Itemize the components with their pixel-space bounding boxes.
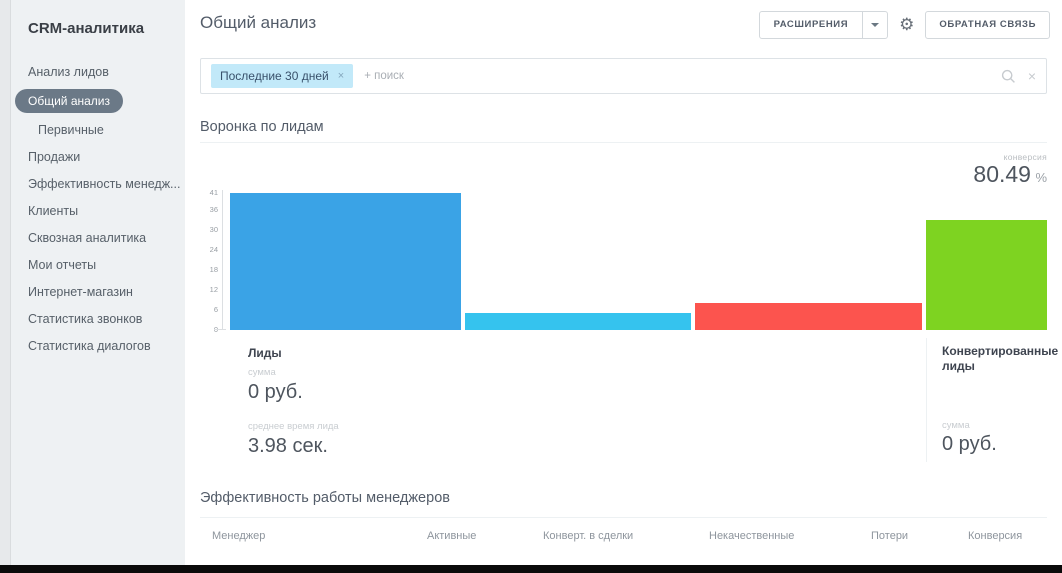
sidebar-item-9[interactable]: Статистика звонков	[28, 311, 175, 327]
converted-leads-title: Конвертированные лиды	[942, 344, 1050, 374]
page-title: Общий анализ	[200, 13, 316, 33]
leads-stats-block: Лиды сумма 0 руб. среднее время лида 3.9…	[248, 346, 339, 458]
funnel-section-title: Воронка по лидам	[200, 119, 324, 135]
table-column-header-3[interactable]: Некачественные	[709, 530, 871, 542]
leads-stats-title: Лиды	[248, 346, 339, 360]
conversion-unit: %	[1035, 170, 1047, 185]
feedback-button[interactable]: ОБРАТНАЯ СВЯЗЬ	[925, 11, 1050, 39]
y-axis-tick-label: 24	[210, 246, 218, 253]
sidebar-item-label: Мои отчеты	[28, 258, 96, 272]
y-axis-line	[222, 190, 223, 330]
sidebar-item-5[interactable]: Клиенты	[28, 203, 175, 219]
table-column-header-2[interactable]: Конверт. в сделки	[543, 530, 709, 542]
y-axis-tick-label: 6	[214, 306, 218, 313]
extensions-dropdown-button[interactable]	[862, 12, 887, 38]
y-axis-tick-label: 18	[210, 266, 218, 273]
table-column-header-5[interactable]: Конверсия	[968, 530, 1047, 542]
sidebar-item-label: Продажи	[28, 150, 80, 164]
funnel-bar-3[interactable]	[695, 303, 922, 330]
filter-chip-period[interactable]: Последние 30 дней ×	[211, 64, 353, 88]
y-axis-tick-label: 12	[210, 286, 218, 293]
sidebar-item-label: Клиенты	[28, 204, 78, 218]
crm-analytics-screen: CRM-аналитика Анализ лидов Общий анализ Пе…	[0, 0, 1062, 573]
sidebar-item-4[interactable]: Эффективность менедж...	[28, 176, 175, 192]
x-axis-line	[214, 329, 226, 330]
sidebar-menu: Анализ лидовОбщий анализПервичныеПродажи…	[28, 64, 175, 354]
sidebar-item-label: Сквозная аналитика	[28, 231, 146, 245]
table-column-header-0[interactable]: Менеджер	[212, 530, 427, 542]
stats-divider	[926, 338, 927, 462]
y-axis-tick-label: 41	[210, 189, 218, 196]
leads-sum-value: 0 руб.	[248, 381, 339, 404]
sidebar-item-2[interactable]: Первичные	[28, 122, 175, 138]
search-icon[interactable]	[1001, 69, 1016, 84]
filter-search-bar[interactable]: Последние 30 дней × + поиск ×	[200, 58, 1047, 94]
sidebar-item-label: Общий анализ	[15, 89, 123, 113]
converted-sum-label: сумма	[942, 420, 970, 431]
converted-sum-value: 0 руб.	[942, 433, 997, 456]
screen-edge-bar	[0, 565, 1062, 573]
search-input[interactable]: + поиск	[364, 70, 1001, 82]
extensions-button[interactable]: РАСШИРЕНИЯ	[760, 12, 863, 38]
funnel-bar-1[interactable]	[230, 193, 461, 330]
sidebar-item-label: Интернет-магазин	[28, 285, 133, 299]
conversion-block: конверсия 80.49 %	[973, 152, 1047, 187]
filter-chip-label: Последние 30 дней	[220, 69, 329, 83]
filter-icons: ×	[1001, 69, 1036, 84]
sidebar-item-1[interactable]: Общий анализ	[15, 89, 175, 113]
app-title: CRM-аналитика	[28, 20, 175, 37]
sidebar: CRM-аналитика Анализ лидов Общий анализ Пе…	[11, 0, 185, 565]
sidebar-item-6[interactable]: Сквозная аналитика	[28, 230, 175, 246]
y-axis-tick-label: 36	[210, 206, 218, 213]
managers-table-header: МенеджерАктивныеКонверт. в сделкиНекачес…	[212, 530, 1047, 542]
sidebar-item-0[interactable]: Анализ лидов	[28, 64, 175, 80]
y-axis: 41363024181260	[200, 190, 218, 330]
section-divider	[200, 142, 1047, 143]
leads-sum-label: сумма	[248, 367, 339, 378]
filter-clear-icon[interactable]: ×	[1028, 69, 1036, 83]
sidebar-item-label: Статистика звонков	[28, 312, 142, 326]
sidebar-item-3[interactable]: Продажи	[28, 149, 175, 165]
leads-avg-time-label: среднее время лида	[248, 421, 339, 432]
conversion-value: 80.49	[973, 161, 1031, 187]
converted-leads-stats-block: Конвертированные лиды сумма 0 руб.	[942, 344, 1050, 374]
lead-funnel-chart: 41363024181260	[200, 190, 1047, 330]
table-column-header-4[interactable]: Потери	[871, 530, 968, 542]
header-buttons: РАСШИРЕНИЯ ⚙ ОБРАТНАЯ СВЯЗЬ	[759, 11, 1050, 39]
chip-remove-icon[interactable]: ×	[338, 70, 344, 82]
funnel-bar-2[interactable]	[465, 313, 690, 330]
page-header: Общий анализ РАСШИРЕНИЯ ⚙ ОБРАТНАЯ СВЯЗЬ	[185, 0, 1062, 48]
table-column-header-1[interactable]: Активные	[427, 530, 543, 542]
gear-icon[interactable]: ⚙	[899, 12, 914, 38]
window-edge-strip	[0, 0, 11, 565]
chevron-down-icon	[871, 23, 879, 27]
funnel-bar-4[interactable]	[926, 220, 1047, 330]
sidebar-item-label: Статистика диалогов	[28, 339, 151, 353]
managers-section-title: Эффективность работы менеджеров	[200, 490, 450, 506]
sidebar-item-label: Первичные	[38, 123, 104, 137]
funnel-bars	[230, 190, 1047, 330]
sidebar-item-8[interactable]: Интернет-магазин	[28, 284, 175, 300]
sidebar-item-label: Анализ лидов	[28, 65, 109, 79]
managers-divider	[200, 517, 1047, 518]
y-axis-tick-label: 30	[210, 226, 218, 233]
leads-avg-time-value: 3.98 сек.	[248, 435, 339, 458]
sidebar-item-10[interactable]: Статистика диалогов	[28, 338, 175, 354]
sidebar-item-7[interactable]: Мои отчеты	[28, 257, 175, 273]
sidebar-item-label: Эффективность менедж...	[28, 177, 180, 191]
extensions-button-group: РАСШИРЕНИЯ	[759, 11, 889, 39]
